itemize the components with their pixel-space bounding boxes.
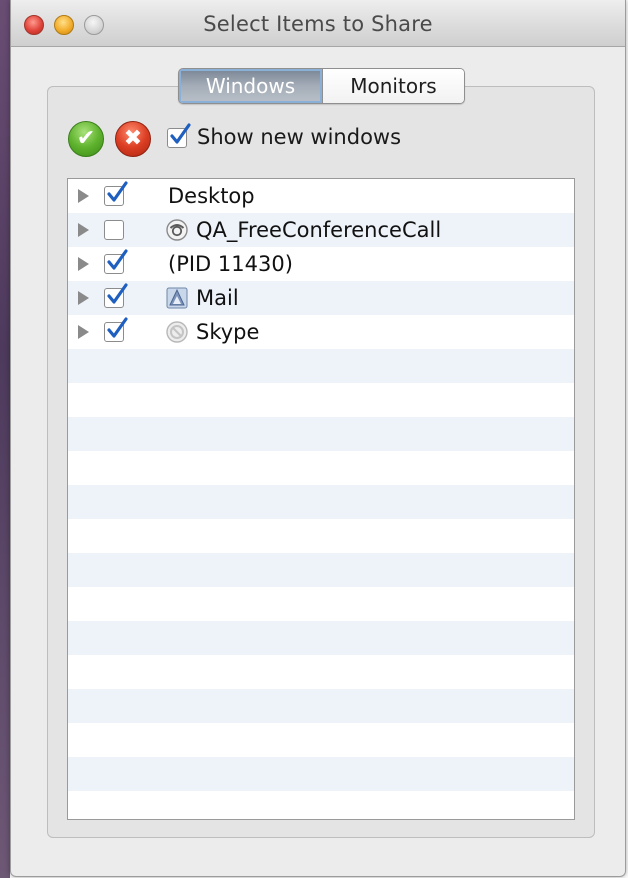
checkbox-checkmark-icon	[107, 317, 128, 338]
checkbox-checkmark-icon	[170, 123, 191, 144]
phone-icon	[166, 219, 188, 241]
tab-monitors[interactable]: Monitors	[322, 69, 464, 103]
list-stripe	[68, 485, 574, 519]
window-title: Select Items to Share	[203, 12, 433, 36]
checkmark-icon: ✔	[76, 126, 96, 151]
list-stripe	[68, 621, 574, 655]
list-stripe	[68, 417, 574, 451]
list-stripe	[68, 553, 574, 587]
item-checkbox[interactable]	[104, 249, 128, 274]
show-new-windows-label: Show new windows	[197, 125, 402, 149]
item-checkbox[interactable]	[104, 283, 128, 308]
title-bar[interactable]: Select Items to Share	[11, 0, 625, 47]
list-item-qa-freeconferencecall[interactable]: QA_FreeConferenceCall	[68, 213, 574, 247]
list-item-label: QA_FreeConferenceCall	[196, 218, 442, 242]
disclosure-triangle-icon[interactable]	[78, 223, 89, 237]
skype-icon	[166, 321, 188, 343]
item-checkbox[interactable]	[104, 181, 128, 206]
list-stripe	[68, 757, 574, 791]
deselect-all-button[interactable]: ✖	[115, 121, 151, 157]
list-item-skype[interactable]: Skype	[68, 315, 574, 349]
checkbox-checkmark-icon	[107, 283, 128, 304]
item-checkbox[interactable]	[104, 317, 128, 342]
list-item-label: Desktop	[168, 184, 255, 208]
list-item-label: Skype	[196, 320, 260, 344]
share-type-tabs: Windows Monitors	[178, 68, 465, 104]
x-icon: ✖	[123, 126, 143, 151]
mail-icon	[166, 287, 188, 309]
list-stripe	[68, 689, 574, 723]
show-new-windows-checkbox[interactable]	[167, 123, 191, 148]
disclosure-triangle-icon[interactable]	[78, 257, 89, 271]
disclosure-triangle-icon[interactable]	[78, 189, 89, 203]
list-item-label: Mail	[196, 286, 239, 310]
desktop-background	[0, 0, 10, 878]
item-checkbox[interactable]	[104, 220, 124, 240]
disclosure-triangle-icon[interactable]	[78, 325, 89, 339]
list-item-mail[interactable]: Mail	[68, 281, 574, 315]
select-all-button[interactable]: ✔	[68, 121, 104, 157]
list-item-pid-11430[interactable]: (PID 11430)	[68, 247, 574, 281]
list-stripe	[68, 349, 574, 383]
checkbox-checkmark-icon	[107, 181, 128, 202]
list-item-label: (PID 11430)	[168, 252, 293, 276]
disclosure-triangle-icon[interactable]	[78, 291, 89, 305]
share-dialog-window: Select Items to Share Windows Monitors ✔…	[10, 0, 626, 877]
window-list[interactable]: Desktop QA_FreeConferenceCall (PID 11430…	[67, 178, 575, 820]
tab-windows[interactable]: Windows	[179, 69, 322, 103]
list-item-desktop[interactable]: Desktop	[68, 179, 574, 213]
checkbox-checkmark-icon	[107, 249, 128, 270]
